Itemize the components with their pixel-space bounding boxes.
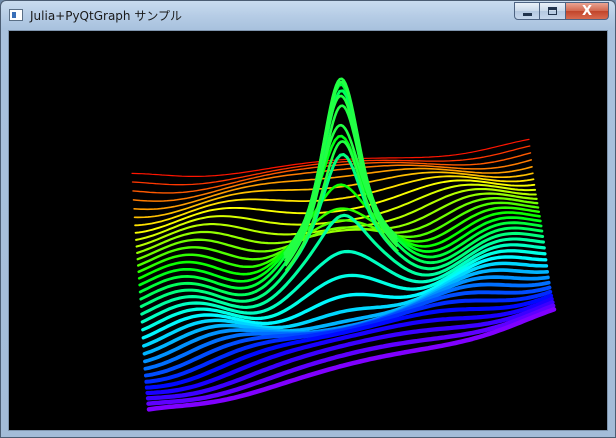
title-bar[interactable]: Julia+PyQtGraph サンプル X bbox=[1, 1, 615, 30]
maximize-icon bbox=[548, 7, 557, 15]
maximize-button[interactable] bbox=[540, 2, 566, 20]
minimize-button[interactable] bbox=[514, 2, 540, 20]
app-window: Julia+PyQtGraph サンプル X bbox=[0, 0, 616, 438]
close-button[interactable]: X bbox=[566, 2, 609, 20]
app-window-icon[interactable] bbox=[9, 9, 23, 21]
surface-line bbox=[136, 192, 538, 254]
surface-plot[interactable] bbox=[9, 31, 607, 430]
close-icon: X bbox=[581, 4, 593, 19]
window-title: Julia+PyQtGraph サンプル bbox=[30, 9, 182, 23]
gl-viewport[interactable] bbox=[8, 30, 608, 431]
window-controls: X bbox=[514, 2, 609, 21]
minimize-icon bbox=[523, 13, 532, 16]
